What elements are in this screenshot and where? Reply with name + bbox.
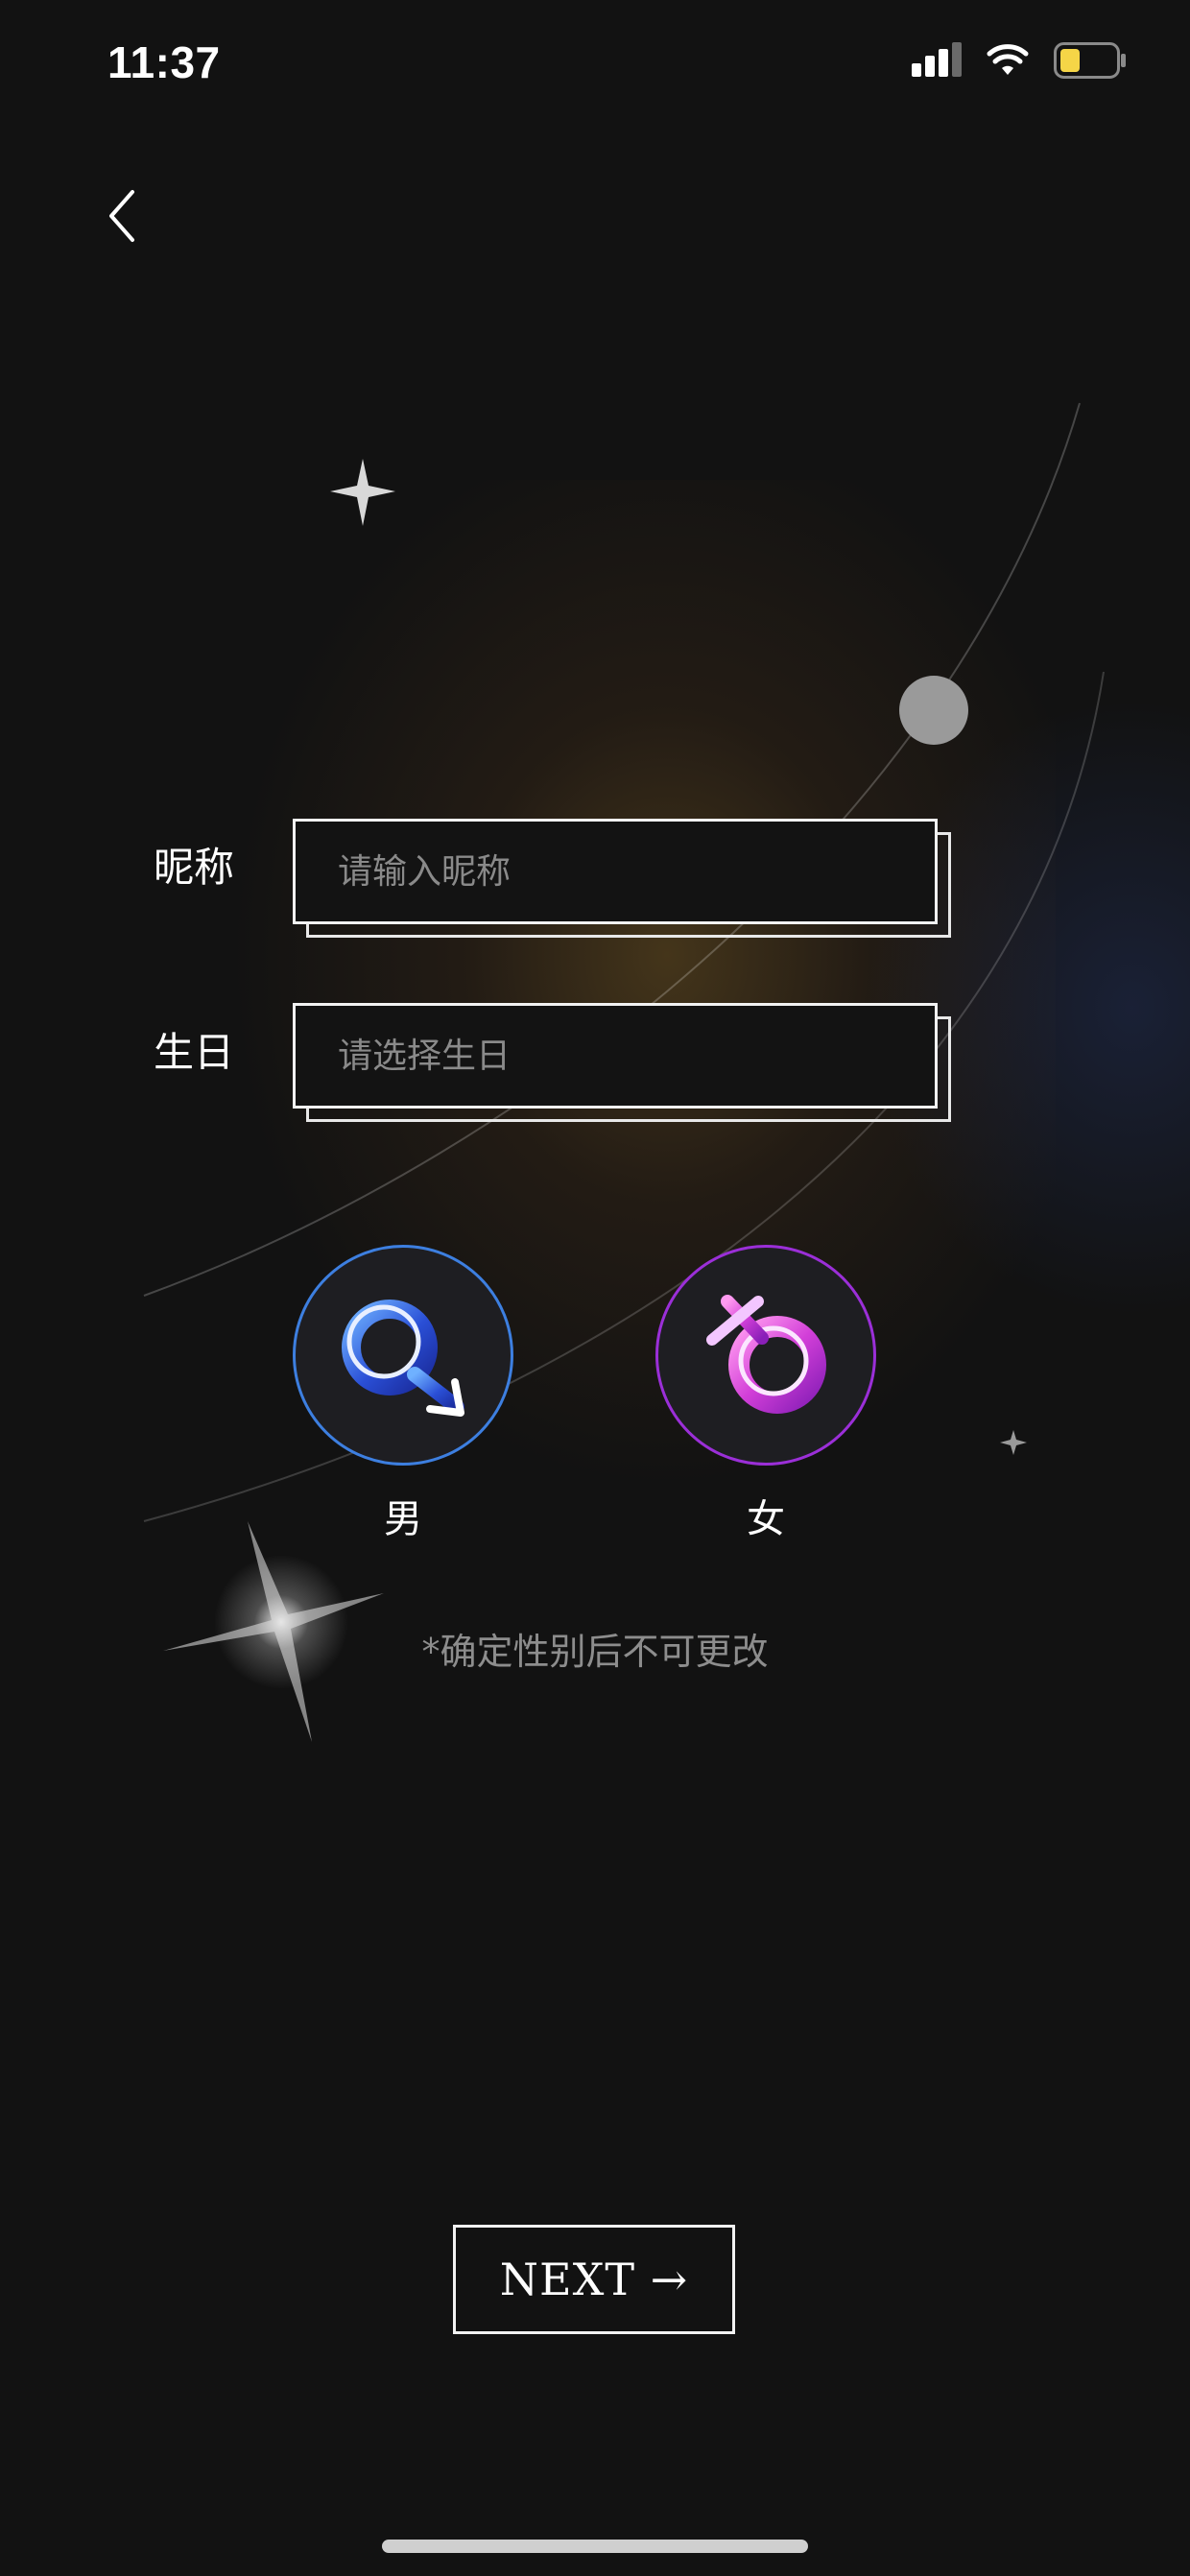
female-symbol-icon <box>706 1295 826 1414</box>
nickname-field-wrapper <box>293 819 951 938</box>
back-button[interactable] <box>96 182 163 250</box>
male-option-button[interactable] <box>293 1245 513 1466</box>
female-label: 女 <box>747 1497 785 1541</box>
nickname-label: 昵称 <box>154 844 235 891</box>
nickname-input[interactable] <box>293 819 938 924</box>
orbit-arcs <box>143 402 1105 1742</box>
home-indicator[interactable] <box>382 2540 808 2553</box>
birthday-picker-input[interactable] <box>293 1003 938 1109</box>
wifi-icon <box>987 44 1029 75</box>
birthday-field-wrapper <box>293 1003 951 1122</box>
sparkle-tiny-icon <box>1000 1430 1027 1455</box>
status-icons <box>912 42 1127 79</box>
gender-hint-text: *确定性别后不可更改 <box>421 1631 769 1673</box>
background <box>0 0 1190 2576</box>
status-time: 11:37 <box>107 37 221 87</box>
next-button[interactable]: NEXT → <box>453 2225 735 2334</box>
battery-icon <box>1054 42 1126 79</box>
planet-dot <box>899 676 968 745</box>
back-chevron-icon <box>109 190 134 242</box>
male-label: 男 <box>384 1497 422 1541</box>
signal-icon <box>912 42 962 77</box>
sparkle-small-icon <box>330 459 395 526</box>
female-option-button[interactable] <box>655 1245 876 1466</box>
male-symbol-icon <box>342 1300 464 1417</box>
birthday-label: 生日 <box>154 1029 235 1076</box>
